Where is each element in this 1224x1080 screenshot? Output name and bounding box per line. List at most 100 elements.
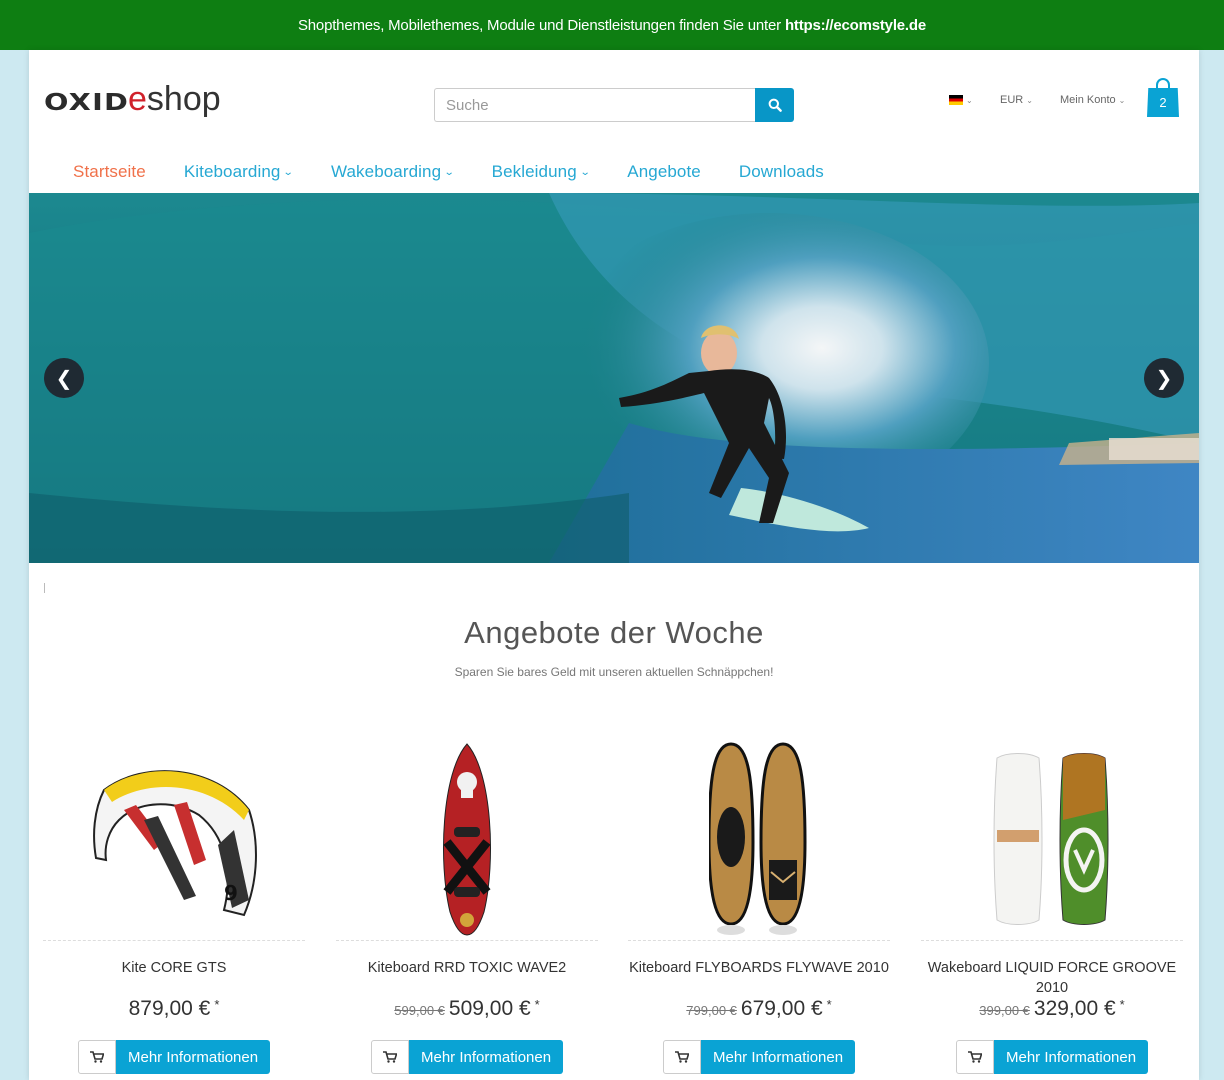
product-title[interactable]: Kiteboard RRD TOXIC WAVE2 [336, 958, 598, 978]
product-image-kiteboard[interactable] [336, 742, 598, 937]
promo-link[interactable]: https://ecomstyle.de [785, 17, 926, 34]
nav-label: Downloads [738, 162, 824, 181]
nav-label: Bekleidung [491, 162, 577, 181]
product-card: Kiteboard RRD TOXIC WAVE2 599,00 €509,00… [336, 742, 598, 1080]
slider-prev-button[interactable]: ❮ [44, 358, 84, 398]
kite-image: 9 [93, 769, 257, 916]
nav-label: Wakeboarding [330, 162, 442, 181]
nav-item-angebote[interactable]: Angebote [627, 160, 701, 184]
hero-slider: ❮ ❯ [29, 193, 1199, 563]
search-button[interactable] [755, 88, 794, 122]
cart-icon [90, 1051, 104, 1063]
product-title[interactable]: Kite CORE GTS [43, 958, 305, 978]
logo-oxid: OXID [44, 90, 130, 116]
product-card: 9 Kite CORE GTS 879,00 € * Mehr Informati… [43, 742, 305, 1080]
add-to-cart-button[interactable] [663, 1040, 701, 1074]
chevron-down-icon: ⌄ [1118, 95, 1126, 105]
currency-selector[interactable]: EUR ⌄ [1000, 93, 1033, 107]
svg-text:9: 9 [224, 881, 238, 905]
product-image-flyboards[interactable] [628, 742, 890, 937]
page-container: OXID e shop ⌄ EUR ⌄ Mein Konto ⌄ 2 S [29, 50, 1199, 1080]
account-menu[interactable]: Mein Konto ⌄ [1060, 93, 1125, 107]
offers-subtitle: Sparen Sie bares Geld mit unseren aktuel… [454, 665, 774, 679]
product-card: Wakeboard LIQUID FORCE GROOVE 2010 399,0… [921, 742, 1183, 1080]
search-icon [768, 98, 782, 112]
price-footnote-star: * [534, 997, 540, 1012]
product-title[interactable]: Kiteboard FLYBOARDS FLYWAVE 2010 [628, 958, 890, 978]
chevron-down-icon: ⌄ [966, 95, 973, 105]
offers-title: Angebote der Woche [464, 615, 764, 650]
logo-shop: shop [146, 80, 221, 118]
product-card: Kiteboard FLYBOARDS FLYWAVE 2010 799,00 … [628, 742, 890, 1080]
promo-text: Shopthemes, Mobilethemes, Module und Die… [297, 16, 781, 34]
language-selector[interactable]: ⌄ [949, 93, 973, 107]
more-info-button[interactable]: Mehr Informationen [701, 1040, 856, 1074]
product-divider [43, 940, 305, 941]
product-title[interactable]: Wakeboard LIQUID FORCE GROOVE 2010 [921, 958, 1183, 998]
product-actions: Mehr Informationen [663, 1040, 856, 1074]
shop-logo[interactable]: OXID e shop [44, 80, 221, 118]
shopping-bag-icon: 2 [1147, 88, 1179, 117]
chevron-down-icon: ⌄ [443, 166, 455, 178]
old-price: 399,00 € [979, 1003, 1030, 1018]
price-footnote-star: * [826, 997, 832, 1012]
slider-next-button[interactable]: ❯ [1144, 358, 1184, 398]
product-divider [336, 940, 598, 941]
product-divider [921, 940, 1183, 941]
price-footnote-star: * [1119, 997, 1125, 1012]
chevron-down-icon: ⌄ [1026, 95, 1033, 105]
product-image-kite[interactable]: 9 [43, 742, 305, 937]
product-actions: Mehr Informationen [78, 1040, 271, 1074]
german-flag-icon [949, 95, 963, 105]
add-to-cart-button[interactable] [956, 1040, 994, 1074]
old-price: 799,00 € [686, 1003, 737, 1018]
add-to-cart-button[interactable] [371, 1040, 409, 1074]
old-price: 599,00 € [394, 1003, 445, 1018]
flyboards-image [709, 742, 807, 935]
nav-label: Startseite [73, 162, 146, 181]
current-price: 879,00 € [128, 997, 211, 1020]
more-info-button[interactable]: Mehr Informationen [116, 1040, 271, 1074]
promo-banner: Shopthemes, Mobilethemes, Module und Die… [0, 0, 1224, 50]
nav-item-kiteboarding[interactable]: Kiteboarding ⌄ [183, 160, 295, 184]
product-price: 799,00 €679,00 € * [628, 997, 890, 1021]
current-price: 509,00 € [448, 997, 531, 1020]
nav-label: Kiteboarding [183, 162, 281, 181]
price-footnote-star: * [214, 997, 220, 1012]
wakeboard-image [993, 752, 1109, 925]
current-price: 679,00 € [740, 997, 823, 1020]
product-actions: Mehr Informationen [371, 1040, 564, 1074]
hero-image-surfer [29, 193, 1199, 563]
chevron-down-icon: ⌄ [283, 166, 295, 178]
chevron-down-icon: ⌄ [579, 166, 591, 178]
product-price: 879,00 € * [43, 997, 305, 1021]
main-navigation: Startseite Kiteboarding ⌄ Wakeboarding ⌄… [73, 160, 862, 184]
cart-icon [968, 1051, 982, 1063]
product-divider [628, 940, 890, 941]
nav-item-bekleidung[interactable]: Bekleidung ⌄ [491, 160, 591, 184]
search-form [434, 88, 794, 122]
slider-indicator [44, 583, 45, 593]
add-to-cart-button[interactable] [78, 1040, 116, 1074]
nav-item-wakeboarding[interactable]: Wakeboarding ⌄ [330, 160, 455, 184]
product-image-wakeboard[interactable] [921, 742, 1183, 937]
nav-item-downloads[interactable]: Downloads [739, 160, 824, 184]
chevron-right-icon: ❯ [1155, 367, 1173, 390]
cart-icon [383, 1051, 397, 1063]
cart-count: 2 [1159, 95, 1167, 110]
account-label: Mein Konto [1060, 94, 1116, 106]
cart-button[interactable]: 2 [1147, 78, 1181, 118]
product-price: 599,00 €509,00 € * [336, 997, 598, 1021]
current-price: 329,00 € [1033, 997, 1116, 1020]
nav-item-startseite[interactable]: Startseite [73, 160, 146, 184]
product-actions: Mehr Informationen [956, 1040, 1149, 1074]
cart-icon [675, 1051, 689, 1063]
currency-label: EUR [1000, 94, 1024, 106]
nav-label: Angebote [627, 162, 701, 181]
product-price: 399,00 €329,00 € * [921, 997, 1183, 1021]
search-input[interactable] [434, 88, 755, 122]
kiteboard-image [442, 743, 492, 936]
chevron-left-icon: ❮ [55, 367, 73, 390]
more-info-button[interactable]: Mehr Informationen [994, 1040, 1149, 1074]
more-info-button[interactable]: Mehr Informationen [409, 1040, 564, 1074]
